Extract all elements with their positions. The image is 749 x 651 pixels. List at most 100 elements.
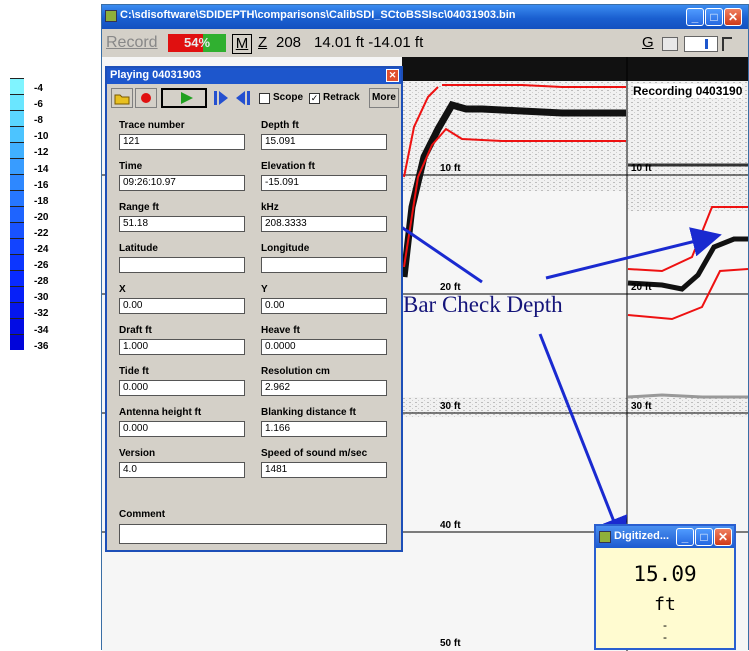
field-value[interactable]: 1.166	[261, 421, 387, 437]
playing-dialog-title-bar[interactable]: Playing 04031903 ✕	[107, 68, 401, 84]
color-swatch	[10, 238, 24, 254]
play-button[interactable]	[161, 88, 207, 108]
record-progress: 54%	[168, 34, 226, 52]
step-back-icon[interactable]	[233, 88, 253, 108]
color-scale-tick: -18	[34, 195, 49, 207]
record-dot-icon	[141, 93, 151, 103]
depth-label-40: 40 ft	[440, 520, 461, 531]
field-label: Depth ft	[261, 120, 299, 131]
field-value[interactable]: 1481	[261, 462, 387, 478]
frequency-value: 208	[276, 34, 302, 51]
color-swatch	[10, 158, 24, 174]
comment-field[interactable]	[119, 524, 387, 544]
digitized-minimize-icon[interactable]: _	[676, 528, 694, 546]
digitized-close-icon[interactable]: ✕	[714, 528, 732, 546]
field-value[interactable]: 0.0000	[261, 339, 387, 355]
color-swatch	[10, 222, 24, 238]
field-label: Antenna height ft	[119, 407, 202, 418]
field-label: Speed of sound m/sec	[261, 448, 368, 459]
field-value[interactable]: 4.0	[119, 462, 245, 478]
field-value[interactable]: 208.3333	[261, 216, 387, 232]
record-button[interactable]: Record	[106, 33, 164, 53]
main-toolbar: Record 54% M Z 208 14.01 ft -14.01 ft G	[102, 29, 748, 57]
field-value[interactable]	[119, 257, 245, 273]
z-button[interactable]: Z	[258, 34, 267, 52]
record-dot-button[interactable]	[135, 88, 157, 108]
step-forward-icon[interactable]	[211, 88, 231, 108]
close-icon[interactable]: ✕	[724, 8, 742, 26]
color-scale-tick: -32	[34, 308, 49, 320]
comment-label: Comment	[119, 509, 166, 520]
field-label: Range ft	[119, 202, 159, 213]
depth-label-30-right: 30 ft	[631, 401, 652, 412]
bar-check-annotation: Bar Check Depth	[403, 292, 563, 317]
color-swatch	[10, 318, 24, 334]
field-label: Time	[119, 161, 143, 172]
field-label: Trace number	[119, 120, 185, 131]
m-button[interactable]: M	[232, 34, 252, 54]
field-label: X	[119, 284, 126, 295]
digitized-maximize-icon[interactable]: □	[695, 528, 713, 546]
digitized-depth-value: 15.09	[633, 562, 697, 586]
field-value[interactable]: 121	[119, 134, 245, 150]
color-swatch	[10, 270, 24, 286]
field-value[interactable]: 15.091	[261, 134, 387, 150]
field-value[interactable]: 51.18	[119, 216, 245, 232]
depth-label-30: 30 ft	[440, 401, 461, 412]
app-icon	[105, 10, 117, 22]
more-button[interactable]: More	[369, 88, 399, 108]
folder-icon	[114, 94, 130, 105]
range-readout: 14.01 ft -14.01 ft	[314, 34, 424, 51]
color-scale-tick: -10	[34, 131, 49, 143]
main-title-bar[interactable]: C:\sdisoftware\SDIDEPTH\comparisons\Cali…	[102, 5, 748, 29]
field-label: kHz	[261, 202, 279, 213]
color-scale-tick: -12	[34, 147, 49, 159]
retrack-checkbox[interactable]: ✓	[309, 93, 320, 104]
field-label: Elevation ft	[261, 161, 315, 172]
digitized-app-icon	[599, 531, 611, 543]
color-swatch	[10, 126, 24, 142]
color-scale-tick: -36	[34, 340, 49, 352]
color-scale-tick: -6	[34, 99, 43, 111]
play-icon	[181, 92, 193, 104]
field-label: Longitude	[261, 243, 310, 254]
field-value[interactable]: 0.00	[119, 298, 245, 314]
color-swatch	[10, 174, 24, 190]
field-value[interactable]: 0.000	[119, 380, 245, 396]
color-scale-tick: -30	[34, 292, 49, 304]
minimize-icon[interactable]: _	[686, 8, 704, 26]
depth-label-50: 50 ft	[440, 638, 461, 649]
open-folder-button[interactable]	[111, 88, 133, 108]
field-label: Version	[119, 448, 156, 459]
recording-label: Recording 0403190	[633, 84, 743, 98]
digitized-title-bar[interactable]: Digitized... _ □ ✕	[596, 526, 734, 548]
color-swatch	[10, 334, 24, 350]
scope-checkbox[interactable]	[259, 93, 270, 104]
depth-label-10: 10 ft	[440, 163, 461, 174]
g-button[interactable]: G	[642, 34, 654, 52]
digitized-title: Digitized...	[614, 530, 669, 542]
field-value[interactable]: 09:26:10.97	[119, 175, 245, 191]
color-scale-tick: -8	[34, 115, 43, 127]
depth-label-20-right: 20 ft	[631, 282, 652, 293]
playing-dialog: Playing 04031903 ✕ Scope ✓ Retrack More …	[105, 66, 403, 552]
dialog-close-icon[interactable]: ✕	[386, 69, 399, 82]
gain-slider-track[interactable]	[662, 37, 678, 51]
maximize-icon[interactable]: □	[705, 8, 723, 26]
field-value[interactable]: -15.091	[261, 175, 387, 191]
color-swatch	[10, 78, 24, 94]
color-scale-tick: -26	[34, 260, 49, 272]
color-swatch	[10, 142, 24, 158]
color-swatch	[10, 206, 24, 222]
field-value[interactable]: 1.000	[119, 339, 245, 355]
gain-slider[interactable]	[684, 36, 718, 52]
slider-thumb-icon[interactable]	[705, 39, 708, 49]
color-scale-tick: -14	[34, 163, 49, 175]
field-value[interactable]	[261, 257, 387, 273]
field-value[interactable]: 0.000	[119, 421, 245, 437]
field-label: Blanking distance ft	[261, 407, 357, 418]
field-value[interactable]: 0.00	[261, 298, 387, 314]
field-value[interactable]: 2.962	[261, 380, 387, 396]
main-window-title: C:\sdisoftware\SDIDEPTH\comparisons\Cali…	[120, 9, 516, 21]
color-scale-tick: -28	[34, 276, 49, 288]
